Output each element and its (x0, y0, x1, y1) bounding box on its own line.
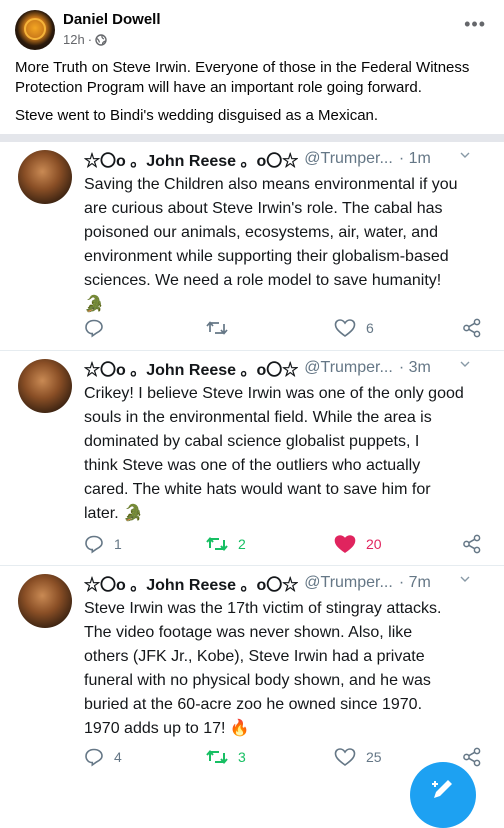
heart-icon (334, 748, 356, 766)
tweet-text-line: think Steve was one of the outliers who … (84, 457, 421, 474)
compose-icon (432, 780, 452, 798)
tweet-header: ☆〇o 。John Reese 。o〇☆ @Trumper... · 3m (84, 357, 484, 379)
share-icon (463, 747, 481, 767)
tweet-text: Steve Irwin was the 17th victim of sting… (84, 597, 484, 741)
tweet-text-line: later. 🐊 (84, 502, 484, 526)
tweet-author-name[interactable]: ☆〇o 。John Reese 。o〇☆ (84, 147, 298, 171)
retweet-button[interactable]: 3 (206, 745, 246, 769)
reply-count: 4 (114, 749, 122, 765)
reply-count: 1 (114, 536, 122, 552)
chevron-down-icon[interactable] (460, 359, 470, 369)
tweet-text-line: 1970 adds up to 17! 🔥 (84, 717, 484, 741)
tweet-text-line: souls in the environmental field. While … (84, 409, 432, 426)
tweet-text-line: poisoned our animals, ecosystems, air, w… (84, 224, 438, 241)
reply-icon (85, 319, 103, 338)
tweet-time[interactable]: · 7m (399, 574, 431, 592)
like-count: 25 (366, 749, 382, 765)
post-text-line-1: More Truth on Steve Irwin. Everyone of t… (15, 59, 470, 76)
tweet-text-line: funeral with no physical body shown, and… (84, 672, 431, 689)
retweet-count: 2 (238, 536, 246, 552)
tweet-author-handle[interactable]: @Trumper... (304, 574, 393, 592)
tweet-last-line: 1970 adds up to 17! (84, 720, 226, 737)
compose-tweet-button[interactable] (410, 762, 476, 828)
share-icon (463, 534, 481, 554)
tweet-text-line: environment while supporting their globa… (84, 248, 449, 265)
reply-button[interactable]: 4 (84, 745, 122, 769)
tweet-text-line: others (JFK Jr., Kobe), Steve Irwin had … (84, 648, 425, 665)
post-text-line-2: Protection Program will have an importan… (15, 79, 422, 96)
tweet-author-handle[interactable]: @Trumper... (304, 359, 393, 377)
tweet-last-line: later. (84, 505, 119, 522)
tweet-header: ☆〇o 。John Reese 。o〇☆ @Trumper... · 1m (84, 148, 484, 170)
tweet-text-line: Saving the Children also means environme… (84, 176, 458, 193)
crocodile-emoji: 🐊 (84, 296, 104, 313)
heart-icon (334, 535, 356, 553)
heart-icon (334, 319, 356, 337)
reply-icon (85, 535, 103, 554)
tweet-actions: 1 2 20 (84, 532, 494, 556)
tweet-author-handle[interactable]: @Trumper... (304, 150, 393, 168)
tweet-avatar[interactable] (18, 574, 72, 628)
author-name[interactable]: Daniel Dowell (63, 11, 161, 28)
tweet-text-line: are curious about Steve Irwin's role. Th… (84, 200, 443, 217)
tweet-text-line: sciences. We need a role model to save h… (84, 272, 442, 289)
tweet-avatar[interactable] (18, 359, 72, 413)
crocodile-emoji: 🐊 (123, 505, 144, 522)
retweet-icon (206, 536, 228, 552)
fire-emoji: 🔥 (229, 720, 250, 737)
tweet-card[interactable]: ☆〇o 。John Reese 。o〇☆ @Trumper... · 1m Sa… (0, 142, 504, 351)
retweet-icon (206, 749, 228, 765)
post-separator (0, 134, 504, 142)
separator-dot: · (87, 32, 93, 47)
more-options-button[interactable]: ••• (464, 14, 486, 35)
author-avatar[interactable] (15, 10, 55, 50)
like-button[interactable]: 25 (334, 745, 382, 769)
chevron-down-icon[interactable] (460, 150, 470, 160)
post-header: Daniel Dowell 12h · ••• (0, 0, 504, 50)
globe-icon[interactable] (95, 33, 107, 46)
tweet-header: ☆〇o 。John Reese 。o〇☆ @Trumper... · 7m (84, 572, 484, 594)
share-button[interactable] (462, 745, 482, 769)
post-text-line-3: Steve went to Bindi's wedding disguised … (15, 107, 379, 124)
tweet-text-line: Crikey! I believe Steve Irwin was one of… (84, 385, 464, 402)
like-button[interactable]: 6 (334, 316, 374, 340)
tweet-text-line: dominated by cabal science globalist pup… (84, 433, 420, 450)
reply-icon (85, 748, 103, 767)
retweet-button[interactable]: 2 (206, 532, 246, 556)
chevron-down-icon[interactable] (460, 574, 470, 584)
like-count: 20 (366, 536, 382, 552)
share-icon (463, 318, 481, 338)
retweet-count: 3 (238, 749, 246, 765)
share-button[interactable] (462, 316, 482, 340)
tweet-text-line: cared. The white hats would want to save… (84, 481, 431, 498)
tweet-time[interactable]: · 3m (399, 359, 431, 377)
tweet-card[interactable]: ☆〇o 。John Reese 。o〇☆ @Trumper... · 7m St… (0, 566, 504, 793)
share-button[interactable] (462, 532, 482, 556)
tweet-text: Crikey! I believe Steve Irwin was one of… (84, 382, 484, 526)
retweet-button[interactable] (206, 316, 238, 340)
like-count: 6 (366, 320, 374, 336)
like-button[interactable]: 20 (334, 532, 382, 556)
tweet-card[interactable]: ☆〇o 。John Reese 。o〇☆ @Trumper... · 3m Cr… (0, 351, 504, 566)
tweet-author-name[interactable]: ☆〇o 。John Reese 。o〇☆ (84, 571, 298, 595)
tweet-time[interactable]: · 1m (399, 150, 431, 168)
tweet-author-name[interactable]: ☆〇o 。John Reese 。o〇☆ (84, 356, 298, 380)
tweet-text-line: The video footage was never shown. Also,… (84, 624, 413, 641)
retweet-icon (206, 321, 228, 335)
tweet-text-line: Steve Irwin was the 17th victim of sting… (84, 600, 442, 617)
post-meta: 12h · (63, 32, 107, 47)
tweet-avatar[interactable] (18, 150, 72, 204)
tweet-actions: 6 (84, 316, 494, 340)
avatar-logo (24, 18, 46, 40)
tweet-text: Saving the Children also means environme… (84, 173, 484, 317)
reply-button[interactable] (84, 316, 114, 340)
tweet-text-line: buried at the 60-acre zoo he owned since… (84, 696, 423, 713)
post-time[interactable]: 12h (63, 32, 85, 47)
reply-button[interactable]: 1 (84, 532, 122, 556)
